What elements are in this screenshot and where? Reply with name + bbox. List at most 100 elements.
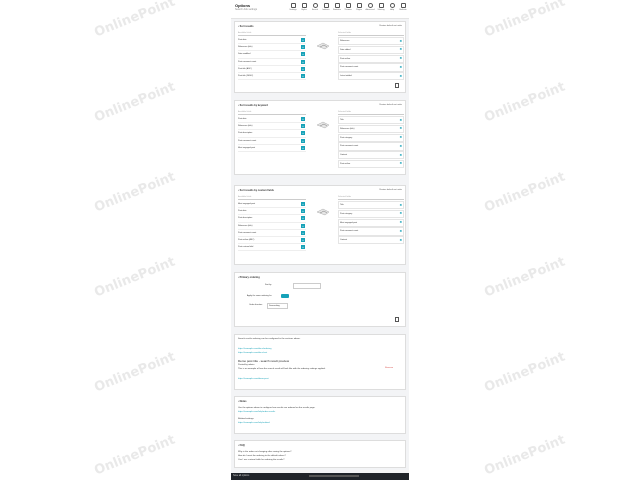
selected-row[interactable]: Title ✖: [338, 116, 404, 125]
order-direction-select[interactable]: Descending: [267, 303, 288, 309]
save-button[interactable]: Save all options: [233, 475, 249, 477]
section-title: ▪ Sort results by custom fields: [238, 189, 274, 192]
toolbar-item[interactable]: Sharing: [377, 3, 385, 11]
toolbar-item[interactable]: Advanced: [366, 3, 374, 11]
column-header: Selected fields: [338, 196, 404, 200]
selected-row[interactable]: Latest added ✖: [338, 72, 404, 81]
add-button[interactable]: +: [301, 52, 305, 57]
toolbar-label: Indexes: [322, 9, 330, 11]
footer-progress: [309, 475, 359, 477]
add-button[interactable]: +: [301, 66, 305, 71]
faq-item[interactable]: Can I use custom fields for ordering the…: [238, 458, 284, 462]
toolbar-item[interactable]: Statistics: [333, 3, 341, 11]
document-icon[interactable]: [395, 317, 399, 322]
toolbar-item[interactable]: Help: [388, 3, 396, 11]
selected-fields: Selected fields Relevance ✖ Date added ✖ P…: [338, 32, 404, 81]
remove-icon[interactable]: ✖: [399, 144, 402, 148]
selected-row[interactable]: Post author ✖: [338, 54, 404, 63]
section-link[interactable]: Restore default sort order: [379, 25, 402, 27]
toolbar-label: Help: [389, 9, 395, 11]
add-button[interactable]: +: [301, 237, 305, 242]
selected-row[interactable]: Post category ✖: [338, 209, 404, 218]
remove-icon[interactable]: ✖: [399, 74, 402, 78]
result-link[interactable]: https://example.com/demo-post: [238, 377, 269, 381]
notes-link[interactable]: https://example.com/help/related: [238, 421, 270, 425]
field-row: Relevance (title) +: [238, 123, 306, 131]
add-button[interactable]: +: [301, 209, 305, 214]
add-button[interactable]: +: [301, 230, 305, 235]
add-button[interactable]: +: [301, 223, 305, 228]
notes-link[interactable]: https://example.com/help/order-results: [238, 410, 275, 414]
remove-icon[interactable]: ✖: [399, 65, 402, 69]
remove-icon[interactable]: ✖: [399, 127, 402, 130]
add-button[interactable]: +: [301, 145, 305, 150]
selected-row[interactable]: Content ✖: [338, 151, 404, 160]
remove-link[interactable]: Remove: [385, 366, 393, 370]
toolbar-label: Statistics: [333, 9, 342, 11]
selected-row[interactable]: Post author ✖: [338, 159, 404, 169]
remove-icon[interactable]: ✖: [399, 203, 402, 207]
remove-icon[interactable]: ✖: [399, 136, 402, 139]
add-button[interactable]: +: [301, 117, 305, 121]
remove-icon[interactable]: ✖: [399, 57, 402, 60]
help-icon: [389, 3, 395, 8]
settings-page: Options Search Ads settings Settings Sty…: [231, 0, 409, 480]
toolbar-item[interactable]: Search: [311, 3, 319, 11]
section-link[interactable]: Restore default sort order: [379, 104, 402, 106]
remove-icon[interactable]: ✖: [399, 229, 402, 233]
toolbar-item[interactable]: Themes: [344, 3, 352, 11]
add-button[interactable]: +: [301, 245, 305, 250]
add-button[interactable]: +: [301, 216, 305, 221]
remove-icon[interactable]: ✖: [399, 118, 402, 122]
selected-row[interactable]: Title ✖: [338, 201, 404, 210]
remove-icon[interactable]: ✖: [399, 48, 402, 51]
toolbar-label: Pages: [356, 9, 362, 11]
add-button[interactable]: +: [301, 38, 305, 42]
field-row: Date modified +: [238, 51, 306, 59]
add-button[interactable]: +: [301, 131, 305, 136]
selected-row[interactable]: Date added ✖: [338, 45, 404, 54]
sort-by-input[interactable]: [293, 283, 321, 289]
selected-row[interactable]: Relevance (title) ✖: [338, 124, 404, 133]
selected-row[interactable]: Content ✖: [338, 236, 404, 245]
toolbar-item[interactable]: Indexes: [322, 3, 330, 11]
selected-row[interactable]: Most engaged post ✖: [338, 218, 404, 227]
toolbar-item[interactable]: Styles: [300, 3, 308, 11]
section-link[interactable]: Restore default sort order: [379, 189, 402, 191]
selected-row[interactable]: Post comment count ✖: [338, 63, 404, 72]
toolbar-item[interactable]: Pages: [355, 3, 363, 11]
apply-toggle[interactable]: [281, 294, 289, 298]
selected-row[interactable]: Post category ✖: [338, 133, 404, 142]
add-button[interactable]: +: [301, 73, 305, 78]
add-button[interactable]: +: [301, 138, 305, 143]
available-fields: Available fields Post date + Relevance (t…: [238, 111, 306, 152]
watermark: OnlinePoint: [92, 79, 178, 126]
selected-row[interactable]: Post comment count ✖: [338, 142, 404, 151]
drag-hand-icon: [316, 42, 330, 50]
remove-icon[interactable]: ✖: [399, 238, 402, 242]
remove-icon[interactable]: ✖: [399, 153, 402, 157]
field-row: Post description +: [238, 215, 306, 223]
remove-icon[interactable]: ✖: [399, 162, 402, 165]
toolbar-label: Settings: [289, 9, 297, 11]
field-row: Relevance (title) +: [238, 44, 306, 52]
toolbar-item[interactable]: Settings: [289, 3, 297, 11]
add-button[interactable]: +: [301, 45, 305, 50]
selected-row[interactable]: Post comment count ✖: [338, 227, 404, 236]
sort-section: ▪ Sort results Restore default sort orde…: [234, 21, 406, 93]
watermark: OnlinePoint: [482, 79, 568, 126]
remove-icon[interactable]: ✖: [399, 221, 402, 224]
info-link[interactable]: https://example.com/docs/sort: [238, 351, 267, 355]
selected-row[interactable]: Relevance ✖: [338, 37, 404, 46]
toolbar-item[interactable]: Multisite: [399, 3, 407, 11]
add-button[interactable]: +: [301, 124, 305, 129]
field-row: Post comment count +: [238, 59, 306, 66]
add-button[interactable]: +: [301, 202, 305, 206]
remove-icon[interactable]: ✖: [399, 39, 402, 43]
document-icon[interactable]: [395, 83, 399, 88]
remove-icon[interactable]: ✖: [399, 212, 402, 215]
watermark: OnlinePoint: [482, 254, 568, 301]
add-button[interactable]: +: [301, 59, 305, 64]
notes-section: ▪ Notes Use the options above to configu…: [234, 396, 406, 434]
monitor-icon: [345, 3, 351, 8]
